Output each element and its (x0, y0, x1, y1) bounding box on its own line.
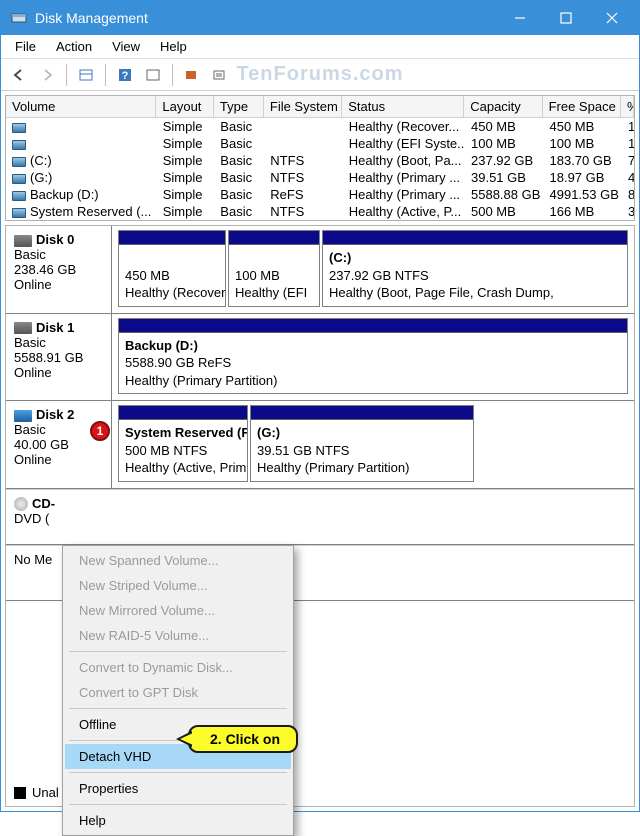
close-button[interactable] (589, 1, 635, 35)
svg-text:?: ? (122, 70, 129, 82)
disk-0-label[interactable]: Disk 0 Basic 238.46 GB Online (6, 226, 112, 313)
window-title: Disk Management (35, 10, 497, 26)
volume-row[interactable]: (G:)SimpleBasicNTFSHealthy (Primary ...3… (6, 169, 634, 186)
toolbar-separator (105, 64, 106, 86)
ctx-separator (69, 708, 287, 709)
volume-row[interactable]: SimpleBasicHealthy (EFI Syste...100 MB10… (6, 135, 634, 152)
col-status[interactable]: Status (342, 96, 464, 117)
ctx-new-striped: New Striped Volume... (65, 573, 291, 598)
volume-row[interactable]: System Reserved (...SimpleBasicNTFSHealt… (6, 203, 634, 220)
properties-button[interactable] (208, 63, 232, 87)
disk1-partition-backup[interactable]: Backup (D:)5588.90 GB ReFSHealthy (Prima… (118, 318, 628, 395)
legend-unallocated: Unal (14, 785, 59, 800)
partition-stripe (229, 231, 319, 245)
maximize-button[interactable] (543, 1, 589, 35)
back-button[interactable] (7, 63, 31, 87)
vhd-disk-icon (14, 410, 32, 422)
annotation-step-2: 2. Click on (188, 725, 298, 753)
volume-icon (12, 140, 26, 150)
minimize-button[interactable] (497, 1, 543, 35)
ctx-properties[interactable]: Properties (65, 776, 291, 801)
refresh-button[interactable] (141, 63, 165, 87)
col-layout[interactable]: Layout (156, 96, 214, 117)
legend-swatch (14, 787, 26, 799)
volume-icon (12, 123, 26, 133)
forward-button[interactable] (35, 63, 59, 87)
disk-row-2[interactable]: Disk 2 Basic 40.00 GB Online System Rese… (6, 401, 634, 489)
col-type[interactable]: Type (214, 96, 264, 117)
disk-row-1[interactable]: Disk 1 Basic 5588.91 GB Online Backup (D… (6, 314, 634, 402)
partition-stripe (323, 231, 627, 245)
ctx-separator (69, 651, 287, 652)
ctx-new-raid5: New RAID-5 Volume... (65, 623, 291, 648)
toolbar-separator (66, 64, 67, 86)
volume-icon (12, 208, 26, 218)
cd-icon (14, 497, 28, 511)
disk0-partition-0[interactable]: 450 MBHealthy (Recover (118, 230, 226, 307)
volume-icon (12, 191, 26, 201)
volume-icon (12, 174, 26, 184)
disk2-partition-sysreserved[interactable]: System Reserved (F500 MB NTFSHealthy (Ac… (118, 405, 248, 482)
disk2-partition-g[interactable]: (G:)39.51 GB NTFSHealthy (Primary Partit… (250, 405, 474, 482)
toolbar-separator (172, 64, 173, 86)
app-icon (11, 10, 27, 26)
disk-2-label[interactable]: Disk 2 Basic 40.00 GB Online (6, 401, 112, 488)
disk-icon (14, 235, 32, 247)
col-pctfree[interactable]: % Free (621, 96, 634, 117)
ctx-convert-dynamic: Convert to Dynamic Disk... (65, 655, 291, 680)
toolbar: ? TenForums.com (1, 59, 639, 91)
menu-view[interactable]: View (102, 37, 150, 56)
ctx-separator (69, 772, 287, 773)
ctx-separator (69, 804, 287, 805)
ctx-new-spanned: New Spanned Volume... (65, 548, 291, 573)
disk-row-0[interactable]: Disk 0 Basic 238.46 GB Online 450 MBHeal… (6, 226, 634, 314)
partition-stripe (119, 406, 247, 420)
disk0-partition-c[interactable]: (C:)237.92 GB NTFSHealthy (Boot, Page Fi… (322, 230, 628, 307)
col-capacity[interactable]: Capacity (464, 96, 542, 117)
ctx-new-mirrored: New Mirrored Volume... (65, 598, 291, 623)
col-free[interactable]: Free Space (543, 96, 621, 117)
cdrom-label[interactable]: CD- DVD ( (6, 490, 112, 544)
context-menu[interactable]: New Spanned Volume... New Striped Volume… (62, 545, 294, 836)
partition-stripe (119, 231, 225, 245)
settings-button[interactable] (180, 63, 204, 87)
volume-list-header[interactable]: Volume Layout Type File System Status Ca… (6, 96, 634, 118)
disk-icon (14, 322, 32, 334)
titlebar[interactable]: Disk Management (1, 1, 639, 35)
menu-file[interactable]: File (5, 37, 46, 56)
partition-stripe (119, 319, 627, 333)
disk0-partition-1[interactable]: 100 MBHealthy (EFI (228, 230, 320, 307)
col-volume[interactable]: Volume (6, 96, 156, 117)
cdrom-row[interactable]: CD- DVD ( (6, 489, 634, 545)
volume-row[interactable]: Backup (D:)SimpleBasicReFSHealthy (Prima… (6, 186, 634, 203)
annotation-step-1: 1 (90, 421, 110, 441)
volume-row[interactable]: SimpleBasicHealthy (Recover...450 MB450 … (6, 118, 634, 135)
menu-help[interactable]: Help (150, 37, 197, 56)
partition-stripe (251, 406, 473, 420)
menu-action[interactable]: Action (46, 37, 102, 56)
menubar: File Action View Help (1, 35, 639, 59)
ctx-convert-gpt: Convert to GPT Disk (65, 680, 291, 705)
volume-icon (12, 157, 26, 167)
disk-1-label[interactable]: Disk 1 Basic 5588.91 GB Online (6, 314, 112, 401)
view-top-button[interactable] (74, 63, 98, 87)
help-button[interactable]: ? (113, 63, 137, 87)
col-filesystem[interactable]: File System (264, 96, 342, 117)
volume-row[interactable]: (C:)SimpleBasicNTFSHealthy (Boot, Pa...2… (6, 152, 634, 169)
volume-list[interactable]: Volume Layout Type File System Status Ca… (5, 95, 635, 221)
